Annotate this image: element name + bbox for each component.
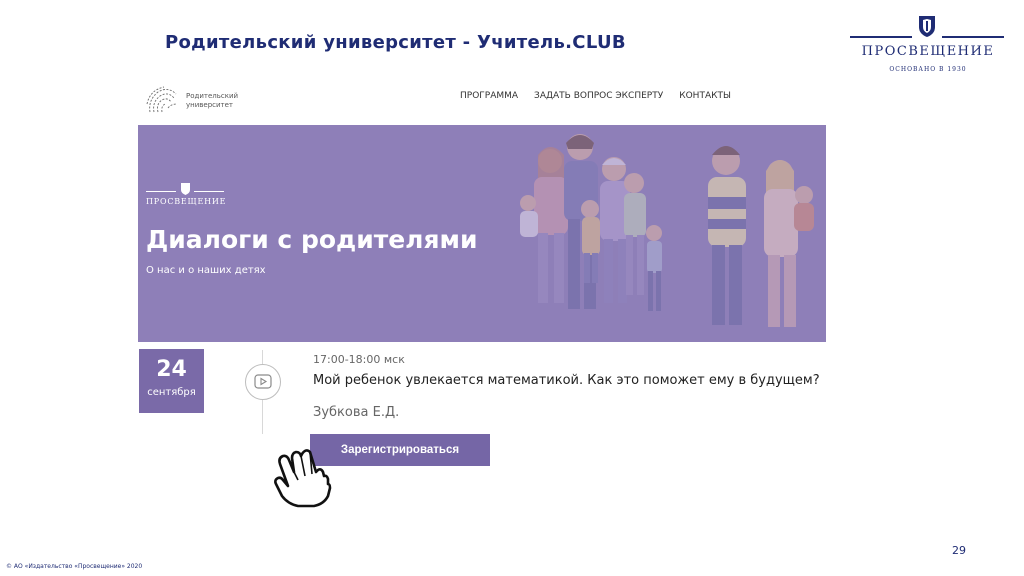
- event-date: 24 сентября: [139, 349, 204, 413]
- event-title[interactable]: Мой ребенок увлекается математикой. Как …: [313, 373, 820, 388]
- emblem-icon: [181, 183, 190, 195]
- event-day: 24: [156, 357, 187, 382]
- site-logo-line2: университет: [186, 101, 234, 109]
- prosveshchenie-logo: ПРОСВЕЩЕНИЕ ОСНОВАНО В 1930: [848, 14, 1008, 76]
- event-month: сентября: [147, 387, 196, 398]
- footer-copyright: © АО «Издательство «Просвещение» 2020: [6, 563, 143, 570]
- banner-brand-name: ПРОСВЕЩЕНИЕ: [146, 197, 227, 206]
- event-time: 17:00-18:00 мск: [313, 353, 405, 366]
- play-icon: [254, 374, 272, 389]
- banner-title: Диалоги с родителями: [146, 225, 478, 254]
- site-header: Родительский университет ПРОГРАММА ЗАДАТ…: [138, 76, 826, 124]
- nav-program[interactable]: ПРОГРАММА: [460, 91, 518, 101]
- play-button[interactable]: [245, 364, 281, 400]
- brand-since: ОСНОВАНО В 1930: [889, 66, 967, 73]
- event-author: Зубкова Е.Д.: [313, 405, 400, 420]
- slide-title: Родительский университет - Учитель.CLUB: [165, 32, 626, 53]
- brand-name: ПРОСВЕЩЕНИЕ: [861, 44, 995, 59]
- emblem-icon: [919, 16, 935, 37]
- hand-pointer-icon: [274, 449, 332, 508]
- site-logo-line1: Родительский: [186, 92, 239, 100]
- register-button[interactable]: Зарегистрироваться: [310, 434, 490, 466]
- nav-contacts[interactable]: КОНТАКТЫ: [679, 91, 731, 101]
- site-logo[interactable]: Родительский университет: [144, 80, 254, 120]
- site-nav: ПРОГРАММА ЗАДАТЬ ВОПРОС ЭКСПЕРТУ КОНТАКТ…: [460, 91, 731, 101]
- banner-subtitle: О нас и о наших детях: [146, 265, 266, 276]
- nav-ask-expert[interactable]: ЗАДАТЬ ВОПРОС ЭКСПЕРТУ: [534, 91, 663, 101]
- page-number: 29: [952, 544, 966, 557]
- hero-banner: ПРОСВЕЩЕНИЕ Диалоги с родителями О нас и…: [138, 125, 826, 342]
- banner-brand: ПРОСВЕЩЕНИЕ: [146, 183, 226, 211]
- fingerprint-logo-icon: [146, 86, 178, 113]
- family-illustration: [520, 134, 814, 327]
